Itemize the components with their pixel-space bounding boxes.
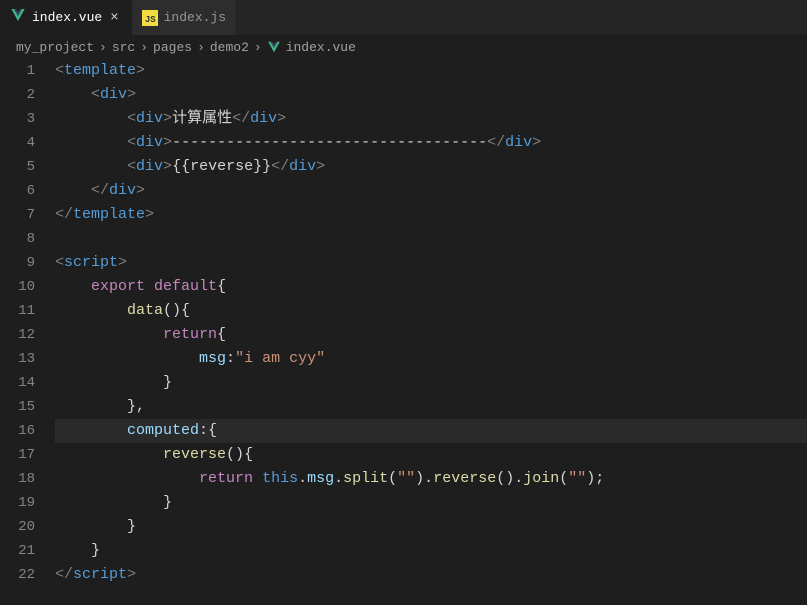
tab-label: index.js	[164, 10, 226, 25]
chevron-right-icon: ›	[197, 40, 205, 55]
code-line[interactable]	[55, 227, 807, 251]
code-editor[interactable]: 12345678910111213141516171819202122 <tem…	[0, 59, 807, 587]
code-line[interactable]: <div>-----------------------------------…	[55, 131, 807, 155]
breadcrumb-item[interactable]: my_project	[16, 40, 94, 55]
line-number: 6	[0, 179, 35, 203]
tab-index-js[interactable]: JS index.js	[132, 0, 237, 35]
chevron-right-icon: ›	[254, 40, 262, 55]
code-line[interactable]: export default{	[55, 275, 807, 299]
code-line[interactable]: </div>	[55, 179, 807, 203]
tab-index-vue[interactable]: index.vue ×	[0, 0, 132, 35]
line-number: 2	[0, 83, 35, 107]
line-number: 21	[0, 539, 35, 563]
code-line[interactable]: <div>{{reverse}}</div>	[55, 155, 807, 179]
line-number: 9	[0, 251, 35, 275]
line-number: 11	[0, 299, 35, 323]
line-number: 12	[0, 323, 35, 347]
line-gutter: 12345678910111213141516171819202122	[0, 59, 55, 587]
line-number: 18	[0, 467, 35, 491]
code-line[interactable]: reverse(){	[55, 443, 807, 467]
chevron-right-icon: ›	[140, 40, 148, 55]
code-line[interactable]: </script>	[55, 563, 807, 587]
breadcrumb-item[interactable]: src	[112, 40, 135, 55]
code-line[interactable]: <template>	[55, 59, 807, 83]
code-line[interactable]: }	[55, 491, 807, 515]
line-number: 22	[0, 563, 35, 587]
breadcrumb-item[interactable]: demo2	[210, 40, 249, 55]
code-line[interactable]: }	[55, 371, 807, 395]
code-line[interactable]: <div>	[55, 83, 807, 107]
breadcrumb-item[interactable]: pages	[153, 40, 192, 55]
close-icon[interactable]: ×	[108, 10, 120, 26]
vue-icon	[267, 40, 281, 55]
line-number: 7	[0, 203, 35, 227]
vue-icon	[10, 7, 26, 28]
code-line[interactable]: return{	[55, 323, 807, 347]
line-number: 1	[0, 59, 35, 83]
js-icon: JS	[142, 10, 158, 26]
line-number: 14	[0, 371, 35, 395]
breadcrumb: my_project › src › pages › demo2 › index…	[0, 35, 807, 59]
line-number: 16	[0, 419, 35, 443]
code-line[interactable]: computed:{	[55, 419, 807, 443]
code-line[interactable]: }	[55, 539, 807, 563]
code-line[interactable]: }	[55, 515, 807, 539]
line-number: 17	[0, 443, 35, 467]
line-number: 15	[0, 395, 35, 419]
line-number: 20	[0, 515, 35, 539]
tabs-bar: index.vue × JS index.js	[0, 0, 807, 35]
breadcrumb-current[interactable]: index.vue	[286, 40, 356, 55]
line-number: 10	[0, 275, 35, 299]
tab-label: index.vue	[32, 10, 102, 25]
code-line[interactable]: msg:"i am cyy"	[55, 347, 807, 371]
code-line[interactable]: data(){	[55, 299, 807, 323]
chevron-right-icon: ›	[99, 40, 107, 55]
line-number: 3	[0, 107, 35, 131]
line-number: 19	[0, 491, 35, 515]
line-number: 8	[0, 227, 35, 251]
line-number: 5	[0, 155, 35, 179]
code-line[interactable]: },	[55, 395, 807, 419]
line-number: 4	[0, 131, 35, 155]
code-line[interactable]: return this.msg.split("").reverse().join…	[55, 467, 807, 491]
code-area[interactable]: <template> <div> <div>计算属性</div> <div>--…	[55, 59, 807, 587]
code-line[interactable]: <script>	[55, 251, 807, 275]
code-line[interactable]: </template>	[55, 203, 807, 227]
line-number: 13	[0, 347, 35, 371]
code-line[interactable]: <div>计算属性</div>	[55, 107, 807, 131]
